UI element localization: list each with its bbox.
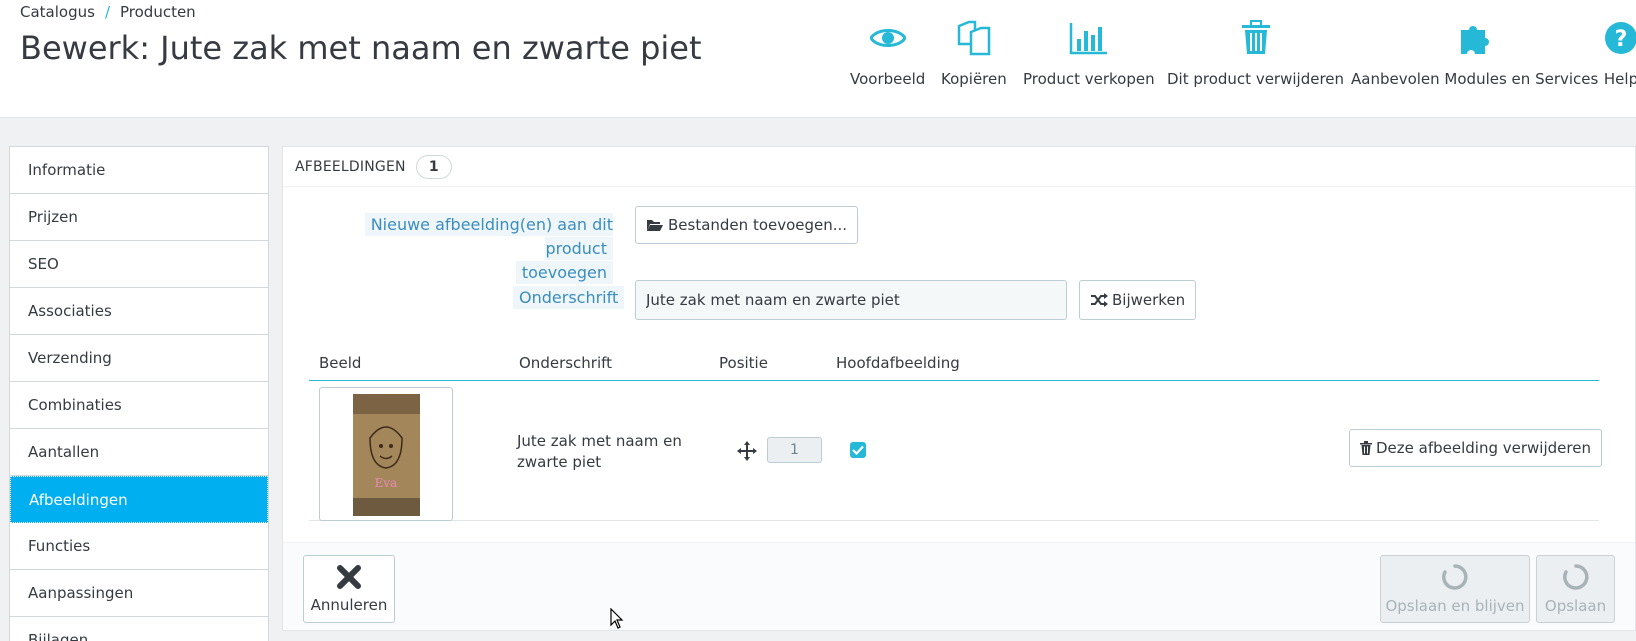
close-icon xyxy=(337,565,361,589)
cover-checkbox[interactable] xyxy=(850,442,866,458)
sell-product-label: Product verkopen xyxy=(1023,70,1155,88)
preview-button[interactable]: Voorbeeld xyxy=(850,18,925,88)
help-label: Help xyxy=(1603,70,1636,88)
mouse-cursor-icon xyxy=(610,608,624,629)
cancel-button[interactable]: Annuleren xyxy=(303,555,395,623)
check-icon xyxy=(852,445,864,455)
images-table-header: Beeld Onderschrift Positie Hoofdafbeeldi… xyxy=(309,349,1599,381)
svg-text:?: ? xyxy=(1615,27,1628,52)
panel-title: AFBEELDINGEN xyxy=(295,158,406,175)
col-header-position: Positie xyxy=(719,354,768,372)
product-tabs-sidebar: Informatie Prijzen SEO Associaties Verze… xyxy=(9,146,269,641)
puzzle-icon xyxy=(1455,18,1495,58)
copy-label: Kopiëren xyxy=(941,70,1007,88)
copy-icon xyxy=(954,18,994,58)
product-image-thumbnail[interactable]: Eva xyxy=(319,387,453,521)
images-panel: AFBEELDINGEN 1 Nieuwe afbeelding(en) aan… xyxy=(282,146,1636,631)
delete-product-button[interactable]: Dit product verwijderen xyxy=(1167,18,1344,88)
trash-icon xyxy=(1360,441,1372,455)
eye-icon xyxy=(868,18,908,58)
col-header-caption: Onderschrift xyxy=(519,354,613,372)
sidebar-item-combinaties[interactable]: Combinaties xyxy=(10,382,268,429)
position-input[interactable]: 1 xyxy=(767,437,822,463)
panel-heading: AFBEELDINGEN 1 xyxy=(283,147,1635,187)
help-icon: ? xyxy=(1601,18,1636,58)
sidebar-item-bijlagen[interactable]: Bijlagen xyxy=(10,617,268,641)
row-caption: Jute zak met naam en zwarte piet xyxy=(517,432,682,471)
loading-spinner-icon xyxy=(1442,564,1468,590)
preview-label: Voorbeeld xyxy=(850,70,926,88)
thumbnail-name-text: Eva xyxy=(375,476,398,490)
recommended-modules-button[interactable]: Aanbevolen Modules en Services xyxy=(1351,18,1598,88)
table-row: Eva Jute zak met naam en zwarte piet 1 D… xyxy=(309,381,1602,521)
help-button[interactable]: ? Help xyxy=(1601,18,1636,88)
sidebar-item-informatie[interactable]: Informatie xyxy=(10,147,268,194)
recommended-modules-label: Aanbevolen Modules en Services xyxy=(1351,70,1599,88)
save-and-stay-button[interactable]: Opslaan en blijven xyxy=(1380,555,1530,623)
page-header: Catalogus / Producten Bewerk: Jute zak met… xyxy=(0,0,1636,118)
copy-button[interactable]: Kopiëren xyxy=(941,18,1007,88)
delete-product-label: Dit product verwijderen xyxy=(1167,70,1345,88)
col-header-cover: Hoofdafbeelding xyxy=(836,354,960,372)
sidebar-item-functies[interactable]: Functies xyxy=(10,523,268,570)
shuffle-icon xyxy=(1091,293,1108,307)
sell-product-button[interactable]: Product verkopen xyxy=(1023,18,1155,88)
drag-move-icon[interactable] xyxy=(737,441,757,461)
sidebar-item-prijzen[interactable]: Prijzen xyxy=(10,194,268,241)
save-button[interactable]: Opslaan xyxy=(1536,555,1615,623)
folder-open-icon xyxy=(647,220,663,231)
sidebar-item-seo[interactable]: SEO xyxy=(10,241,268,288)
sidebar-item-verzending[interactable]: Verzending xyxy=(10,335,268,382)
sidebar-item-associaties[interactable]: Associaties xyxy=(10,288,268,335)
caption-input[interactable] xyxy=(635,280,1067,320)
image-count-badge: 1 xyxy=(415,154,452,179)
sidebar-item-aantallen[interactable]: Aantallen xyxy=(10,429,268,476)
sidebar-item-aanpassingen[interactable]: Aanpassingen xyxy=(10,570,268,617)
update-caption-button[interactable]: Bijwerken xyxy=(1079,280,1197,320)
trash-icon xyxy=(1236,18,1276,58)
sidebar-item-afbeeldingen[interactable]: Afbeeldingen xyxy=(10,476,268,523)
loading-spinner-icon xyxy=(1562,564,1589,590)
new-images-label: Nieuwe afbeelding(en) aan dit product to… xyxy=(313,213,613,285)
caption-label: Onderschrift xyxy=(513,286,625,310)
bar-chart-icon xyxy=(1069,18,1109,58)
toolbar: Voorbeeld Kopiëren Product verkopen Dit … xyxy=(0,18,1636,98)
add-files-button[interactable]: Bestanden toevoegen... xyxy=(635,206,859,244)
panel-footer: Annuleren Opslaan en blijven Opslaan xyxy=(283,542,1635,630)
col-header-image: Beeld xyxy=(319,354,362,372)
delete-image-button[interactable]: Deze afbeelding verwijderen xyxy=(1349,429,1602,467)
